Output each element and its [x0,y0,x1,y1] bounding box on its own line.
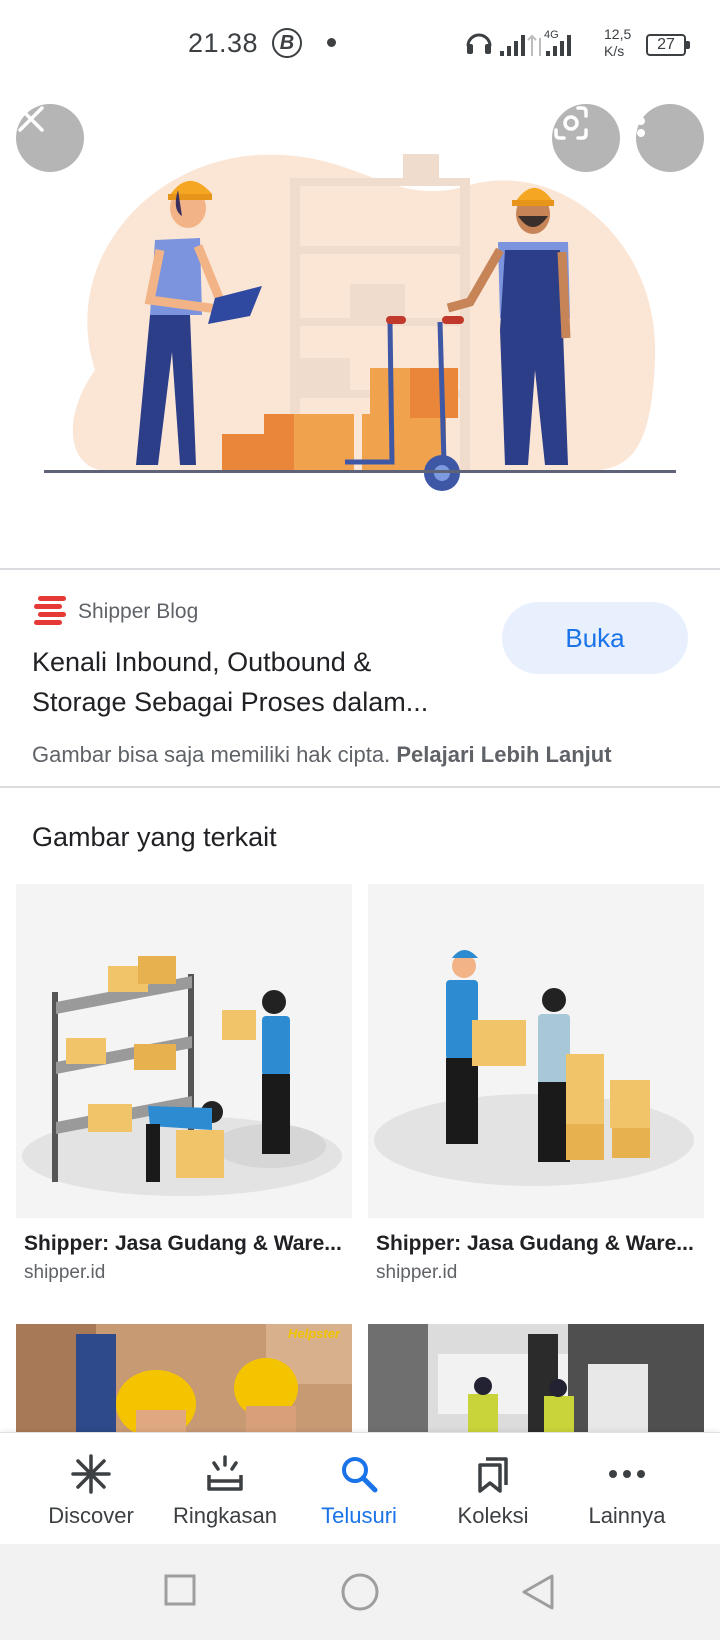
status-bar: 21.38 B 4G 12,5 K/s 27 [0,0,720,90]
copyright-note: Gambar bisa saja memiliki hak cipta. Pel… [32,742,612,767]
related-caption: Shipper: Jasa Gudang & Ware... [376,1232,694,1255]
source-title[interactable]: Kenali Inbound, Outbound & Storage Sebag… [32,642,472,722]
lens-icon [554,106,588,140]
warehouse-forklift-photo [368,1324,704,1432]
nav-discover[interactable]: Discover [24,1433,158,1545]
related-caption: Shipper: Jasa Gudang & Ware... [24,1232,342,1255]
related-domain: shipper.id [24,1262,106,1283]
related-heading: Gambar yang terkait [32,822,277,852]
hero-image[interactable] [0,90,720,570]
related-image[interactable]: Helpster [16,1324,352,1432]
clock: 21.38 [188,28,259,58]
back-icon[interactable] [522,1574,554,1610]
search-icon [342,1457,378,1493]
open-button[interactable]: Buka [502,602,688,674]
photo-watermark: Helpster [287,1326,340,1341]
related-image[interactable] [368,884,704,1218]
warehouse-illustration [44,154,676,491]
more-vert-icon [637,105,645,137]
nav-lainnya[interactable]: Lainnya [560,1433,694,1545]
system-navigation [0,1544,720,1640]
home-icon[interactable] [341,1573,379,1611]
close-button[interactable] [16,104,84,172]
bookmark-icon [478,1457,508,1493]
related-card[interactable]: Shipper: Jasa Gudang & Ware... shipper.i… [16,884,352,1284]
b-notification-icon: B [272,28,302,58]
recents-icon[interactable] [164,1574,196,1606]
warehouse-shelf-illustration [22,956,342,1196]
battery-icon: 27 [646,34,690,56]
more-options-button[interactable] [636,104,704,172]
divider [0,568,720,570]
summary-icon [207,1455,243,1491]
lens-button[interactable] [552,104,620,172]
source-site-name[interactable]: Shipper Blog [78,600,198,624]
nav-koleksi[interactable]: Koleksi [426,1433,560,1545]
handover-illustration [374,950,694,1186]
related-domain: shipper.id [376,1262,458,1283]
network-speed: 12,5 K/s [604,26,632,59]
close-icon [18,106,44,132]
asterisk-icon [71,1454,111,1494]
nav-telusuri[interactable]: Telusuri [292,1433,426,1545]
related-card[interactable]: Shipper: Jasa Gudang & Ware... shipper.i… [368,884,704,1284]
notification-dot-icon [327,38,336,47]
related-image[interactable] [16,884,352,1218]
more-horiz-icon [609,1470,645,1478]
divider [0,786,720,788]
shipper-logo-icon [34,596,66,625]
bottom-navigation: Discover Ringkasan Telusuri Koleksi Lain… [0,1432,720,1544]
network-type: 4G [544,29,559,41]
nav-ringkasan[interactable]: Ringkasan [158,1433,292,1545]
source-info: Shipper Blog Kenali Inbound, Outbound & … [0,572,720,786]
related-image[interactable] [368,1324,704,1432]
learn-more-link[interactable]: Pelajari Lebih Lanjut [396,742,611,767]
